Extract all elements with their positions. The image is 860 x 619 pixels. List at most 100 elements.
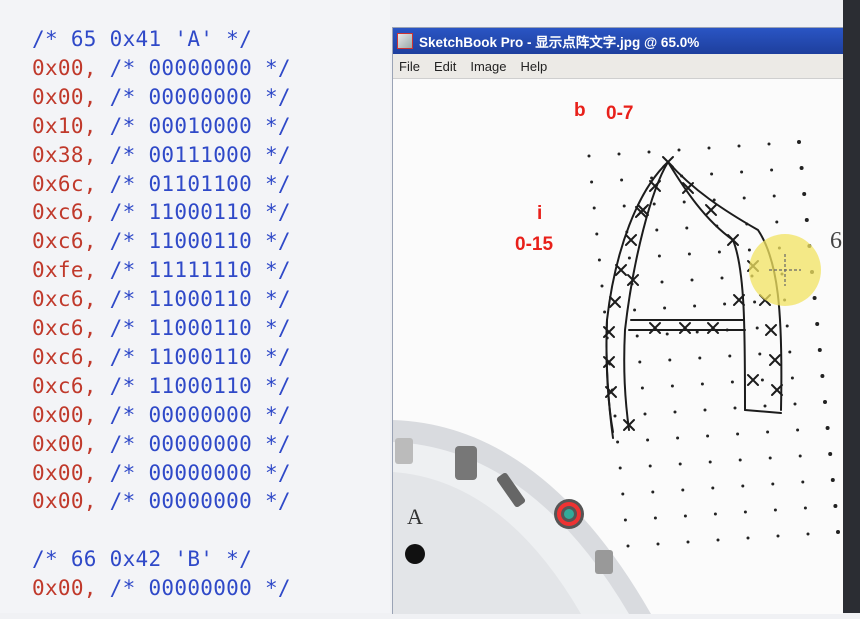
- bit-comment: /* 11000110 */: [96, 200, 291, 225]
- grid-dot: [799, 166, 804, 170]
- hex-value: 0x00,: [32, 402, 97, 427]
- menu-image[interactable]: Image: [470, 59, 506, 74]
- grid-dot: [772, 194, 776, 198]
- grid-dot: [830, 478, 835, 482]
- grid-dot: [681, 488, 685, 492]
- grid-dot: [815, 322, 820, 326]
- grid-dot: [682, 200, 686, 204]
- grid-dot: [728, 354, 732, 358]
- bit-comment: /* 11000110 */: [96, 287, 291, 312]
- hex-value: 0x00,: [32, 576, 97, 601]
- grid-dot: [663, 306, 667, 310]
- bit-comment: /* 00000000 */: [96, 55, 291, 80]
- x-mark: [747, 374, 759, 386]
- grid-dot: [686, 540, 690, 544]
- bit-comment: /* 00000000 */: [96, 84, 291, 109]
- grid-dot: [723, 302, 727, 306]
- window-edge: [843, 0, 860, 613]
- x-mark: [662, 156, 674, 168]
- lagoon-tool-wheel[interactable]: A: [393, 420, 651, 614]
- grid-dot: [730, 380, 734, 384]
- hex-value: 0x6c,: [32, 171, 97, 196]
- bit-comment: /* 00010000 */: [96, 113, 291, 138]
- menu-file[interactable]: File: [399, 59, 420, 74]
- bit-comment: /* 66 0x42 'B' */: [32, 547, 253, 572]
- menu-edit[interactable]: Edit: [434, 59, 456, 74]
- code-line: 0x00, /* 00000000 */: [32, 56, 291, 80]
- grid-dot: [804, 218, 809, 222]
- brush-size-icon[interactable]: [405, 544, 425, 564]
- grid-dot: [617, 152, 621, 156]
- grid-dot: [720, 276, 724, 280]
- grid-dot: [622, 204, 626, 208]
- grid-dot: [683, 514, 687, 518]
- menu-bar: File Edit Image Help: [393, 54, 843, 79]
- grid-dot: [668, 358, 672, 362]
- grid-dot: [690, 278, 694, 282]
- grid-dot: [788, 350, 792, 354]
- grid-dot: [738, 458, 742, 462]
- row-range-label: 0-15: [515, 234, 554, 255]
- grid-dot: [655, 228, 659, 232]
- undo-icon[interactable]: [395, 438, 413, 464]
- hex-value: 0x00,: [32, 55, 97, 80]
- bit-comment: /* 00000000 */: [96, 402, 291, 427]
- transform-icon[interactable]: [595, 550, 613, 574]
- x-mark: [649, 322, 661, 334]
- menu-help[interactable]: Help: [521, 59, 548, 74]
- grid-dot: [710, 172, 714, 176]
- text-tool-icon[interactable]: A: [407, 504, 423, 529]
- grid-dot: [823, 400, 827, 404]
- pen-stroke: [667, 161, 746, 411]
- grid-dot: [766, 430, 770, 434]
- brush-tool-icon[interactable]: [455, 446, 477, 480]
- bit-comment: /* 65 0x41 'A' */: [32, 27, 253, 51]
- grid-dot: [616, 440, 620, 444]
- hex-value: 0x00,: [32, 460, 97, 485]
- grid-dot: [747, 248, 751, 252]
- grid-dot: [703, 408, 707, 412]
- code-line: 0x00, /* 00000000 */: [32, 461, 291, 485]
- grid-dot: [613, 414, 617, 418]
- grid-dot: [665, 332, 669, 336]
- grid-dot: [743, 510, 747, 514]
- code-line: 0x00, /* 00000000 */: [32, 576, 291, 600]
- grid-dot: [640, 386, 644, 390]
- grid-dot: [768, 456, 772, 460]
- grid-dot: [621, 492, 625, 496]
- x-mark: [603, 356, 615, 368]
- code-line: /* 65 0x41 'A' */: [32, 27, 252, 51]
- bit-comment: /* 00000000 */: [96, 576, 291, 601]
- x-mark: [603, 326, 615, 338]
- grid-dot: [820, 374, 825, 378]
- grid-dot: [676, 436, 680, 440]
- grid-dot: [775, 220, 779, 224]
- hex-value: 0x00,: [32, 489, 97, 514]
- grid-dot: [670, 384, 674, 388]
- grid-dot: [790, 376, 794, 380]
- sketchbook-app-icon: [397, 33, 413, 49]
- grid-dot: [753, 300, 757, 304]
- code-line: 0x00, /* 00000000 */: [32, 403, 291, 427]
- grid-dot: [600, 284, 604, 288]
- code-panel: /* 65 0x41 'A' */0x00, /* 00000000 */0x0…: [0, 0, 390, 613]
- grid-dot: [797, 140, 801, 144]
- grid-dot: [656, 542, 660, 546]
- bit-comment: /* 11111110 */: [96, 258, 291, 283]
- bit-comment: /* 11000110 */: [96, 316, 291, 340]
- grid-dot: [755, 326, 759, 330]
- drawing-canvas[interactable]: A: [393, 80, 843, 614]
- grid-dot: [592, 206, 596, 210]
- row-label-i: i: [537, 203, 543, 224]
- grid-dot: [708, 460, 712, 464]
- grid-dot: [798, 454, 802, 458]
- grid-dot: [836, 530, 840, 534]
- grid-dot: [685, 226, 689, 230]
- window-titlebar[interactable]: SketchBook Pro - 显示点阵文字.jpg @ 65.0%: [393, 28, 843, 54]
- code-line: 0x38, /* 00111000 */: [32, 143, 291, 167]
- grid-dot: [717, 250, 721, 254]
- sketch-drawing: A: [393, 140, 840, 614]
- x-mark: [679, 322, 691, 334]
- grid-dot: [660, 280, 664, 284]
- code-line: 0xfe, /* 11111110 */: [32, 258, 291, 282]
